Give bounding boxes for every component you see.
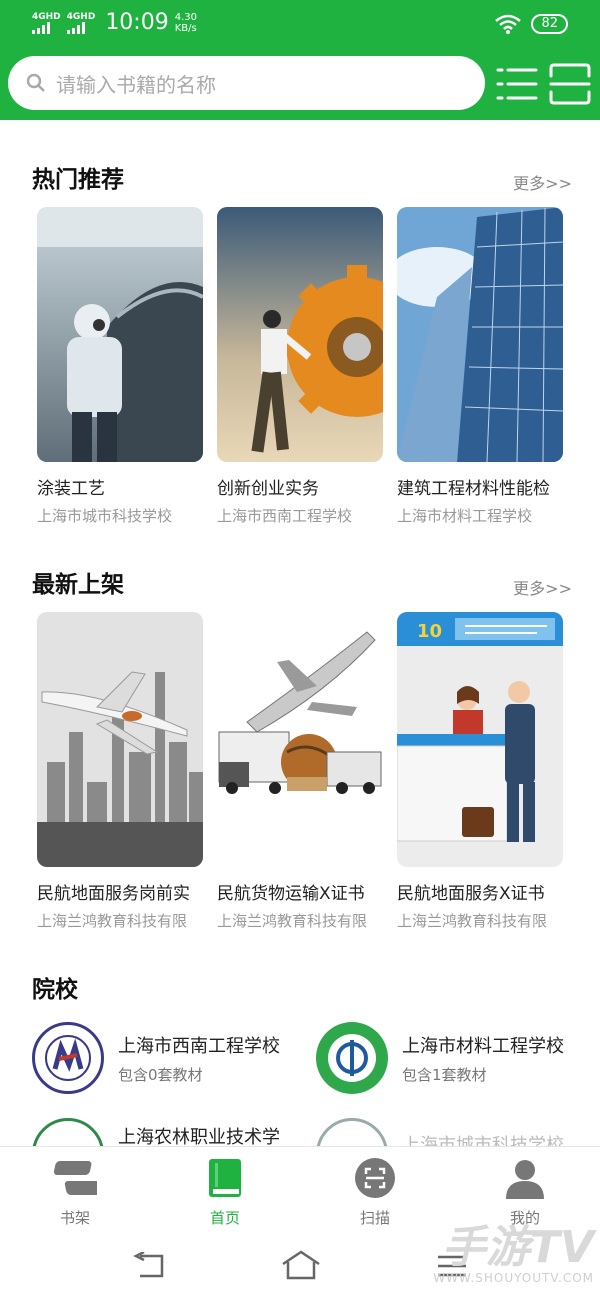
school-book-count: 包含1套教材: [402, 1065, 487, 1084]
book-school: 上海兰鸿教育科技有限: [217, 912, 368, 930]
nav-home[interactable]: 首页: [175, 1157, 275, 1228]
book-cover-cargo[interactable]: [217, 612, 383, 867]
svg-text:10: 10: [417, 621, 442, 642]
book-card[interactable]: 涂装工艺 上海市城市科技学校: [37, 207, 203, 526]
school-item[interactable]: 上海市材料工程学校 包含1套教材: [316, 1022, 564, 1094]
network-speed: 4.30 KB/s: [174, 11, 197, 34]
school-name: 上海市材料工程学校: [402, 1035, 564, 1057]
nav-scan[interactable]: 扫描: [325, 1157, 425, 1228]
search-input[interactable]: 请输入书籍的名称: [8, 56, 485, 110]
app-header: 4GHD 4GHD 10:09 4.30 KB/s 82 请输入书籍的名称: [0, 0, 600, 120]
signal-2: 4GHD: [66, 12, 95, 34]
wifi-icon: [495, 14, 522, 34]
book-title: 创新创业实务: [217, 479, 319, 499]
category-menu-icon[interactable]: [496, 62, 540, 106]
search-icon: [26, 73, 45, 92]
book-title: 涂装工艺: [37, 479, 105, 499]
school-logo: [32, 1022, 104, 1094]
book-cover-airport-city[interactable]: [37, 612, 203, 867]
book-cover-gear[interactable]: [217, 207, 383, 462]
home-icon[interactable]: [281, 1250, 321, 1280]
battery-indicator: 82: [531, 14, 568, 34]
bookshelf-icon: [53, 1161, 103, 1195]
watermark: 手游TV WWW.SHOUYOUTV.COM: [433, 1222, 594, 1286]
section-title-latest: 最新上架: [32, 572, 124, 598]
more-link-latest[interactable]: 更多>>: [513, 575, 572, 599]
book-title: 建筑工程材料性能检: [397, 479, 550, 499]
status-bar: 4GHD 4GHD 10:09 4.30 KB/s 82: [0, 0, 600, 46]
scan-icon[interactable]: [548, 62, 592, 106]
search-placeholder: 请输入书籍的名称: [56, 72, 216, 97]
bottom-nav: 书架 首页 扫描 我的: [0, 1146, 600, 1228]
section-title-hot: 热门推荐: [32, 167, 124, 193]
section-title-schools: 院校: [32, 977, 78, 1003]
nav-mine[interactable]: 我的: [475, 1157, 575, 1228]
book-cover-building[interactable]: [397, 207, 563, 462]
school-logo: [316, 1022, 388, 1094]
book-school: 上海兰鸿教育科技有限: [37, 912, 188, 930]
book-title: 民航地面服务岗前实: [37, 884, 190, 904]
user-icon: [506, 1160, 544, 1199]
book-school: 上海兰鸿教育科技有限: [397, 912, 548, 930]
book-title: 民航地面服务X证书: [397, 884, 545, 904]
book-school: 上海市材料工程学校: [397, 507, 533, 525]
book-icon: [209, 1159, 241, 1197]
book-school: 上海市西南工程学校: [217, 507, 353, 525]
book-title: 民航货物运输X证书: [217, 884, 365, 904]
school-book-count: 包含0套教材: [118, 1065, 203, 1084]
clock: 10:09: [105, 10, 169, 35]
book-school: 上海市城市科技学校: [37, 507, 173, 525]
book-cover-painting[interactable]: [37, 207, 203, 462]
book-card[interactable]: 民航地面服务岗前实 上海兰鸿教育科技有限: [37, 612, 203, 931]
school-name: 上海市西南工程学校: [118, 1035, 280, 1057]
book-cover-counter[interactable]: 10: [397, 612, 563, 867]
scan-circle-icon: [355, 1158, 395, 1198]
school-item[interactable]: 上海市西南工程学校 包含0套教材: [32, 1022, 280, 1094]
more-link-hot[interactable]: 更多>>: [513, 170, 572, 194]
book-card[interactable]: 创新创业实务 上海市西南工程学校: [217, 207, 383, 526]
signal-1: 4GHD: [32, 12, 61, 34]
book-card[interactable]: 建筑工程材料性能检 上海市材料工程学校: [397, 207, 563, 526]
book-card[interactable]: 民航货物运输X证书 上海兰鸿教育科技有限: [217, 612, 383, 931]
back-icon[interactable]: [132, 1252, 166, 1280]
nav-shelf[interactable]: 书架: [25, 1157, 125, 1228]
book-card[interactable]: 10 民航地面服务X证书 上海兰鸿教育科技有限: [397, 612, 563, 931]
